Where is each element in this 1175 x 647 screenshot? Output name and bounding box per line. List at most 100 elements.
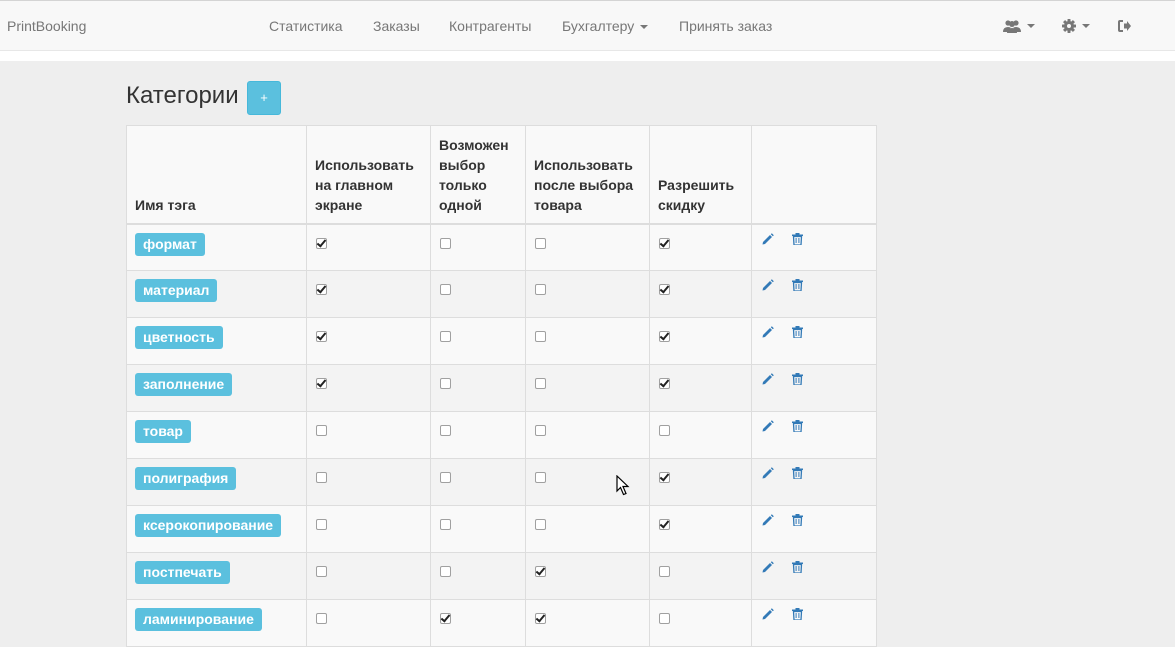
checkbox-main-screen[interactable] <box>316 237 327 249</box>
nav-statistics[interactable]: Статистика <box>269 18 343 34</box>
nav-accounting-dropdown[interactable]: Бухгалтеру <box>562 18 649 34</box>
tag-name-cell: товар <box>126 411 307 459</box>
checkbox-allow-discount[interactable] <box>659 613 670 624</box>
checkbox-single-choice[interactable] <box>440 425 451 436</box>
checkbox-allow-discount[interactable] <box>659 378 670 389</box>
checkbox-single-choice[interactable] <box>440 519 451 530</box>
checkbox-allow-discount[interactable] <box>659 472 670 483</box>
tag-name-cell: ксерокопирование <box>126 505 307 553</box>
checkbox-main-screen[interactable] <box>316 425 327 436</box>
brand-link[interactable]: PrintBooking <box>7 18 86 34</box>
column-header-main-screen: Использовать на главном экране <box>306 125 431 225</box>
edit-button[interactable] <box>762 279 774 291</box>
checkbox-after-product[interactable] <box>535 425 546 436</box>
delete-button[interactable] <box>792 467 803 479</box>
checkbox-main-screen-cell <box>306 317 431 365</box>
checkbox-single-choice[interactable] <box>440 378 451 389</box>
delete-button[interactable] <box>792 514 803 526</box>
checkbox-main-screen[interactable] <box>316 613 327 624</box>
edit-button[interactable] <box>762 561 774 573</box>
nav-accept-order[interactable]: Принять заказ <box>679 18 772 34</box>
checkbox-single-choice[interactable] <box>440 613 451 624</box>
row-actions <box>752 553 876 573</box>
actions-cell <box>751 270 877 318</box>
trash-icon <box>792 467 803 479</box>
checkbox-after-product[interactable] <box>535 237 546 249</box>
checkbox-main-screen[interactable] <box>316 284 327 295</box>
checkbox-main-screen-cell <box>306 599 431 647</box>
checkbox-after-product[interactable] <box>535 378 546 389</box>
tag-label[interactable]: цветность <box>135 326 223 349</box>
checkbox-main-screen-cell <box>306 364 431 412</box>
checkbox-after-product[interactable] <box>535 331 546 342</box>
column-header-tag-name: Имя тэга <box>126 125 307 225</box>
logout-button[interactable] <box>1118 15 1131 37</box>
checkbox-allow-discount[interactable] <box>659 425 670 436</box>
checkbox-single-choice[interactable] <box>440 237 451 249</box>
tag-label[interactable]: полиграфия <box>135 467 237 490</box>
edit-button[interactable] <box>762 608 774 620</box>
actions-cell <box>751 458 877 506</box>
checkbox-single-choice-cell <box>430 364 526 412</box>
delete-button[interactable] <box>792 232 803 245</box>
settings-menu-dropdown[interactable] <box>1062 15 1090 37</box>
pencil-icon <box>762 373 774 385</box>
row-actions <box>752 412 876 432</box>
checkbox-allow-discount[interactable] <box>659 237 670 249</box>
tag-label[interactable]: материал <box>135 279 218 302</box>
checkbox-after-product[interactable] <box>535 566 546 577</box>
edit-button[interactable] <box>762 232 774 245</box>
tag-name-cell: ламинирование <box>126 599 307 647</box>
edit-button[interactable] <box>762 467 774 479</box>
delete-button[interactable] <box>792 420 803 432</box>
delete-button[interactable] <box>792 373 803 385</box>
add-category-button[interactable]: + <box>247 81 281 115</box>
column-header-allow-discount: Разрешить скидку <box>649 125 752 225</box>
checkbox-allow-discount[interactable] <box>659 519 670 530</box>
edit-button[interactable] <box>762 326 774 338</box>
delete-button[interactable] <box>792 561 803 573</box>
edit-button[interactable] <box>762 373 774 385</box>
tag-label[interactable]: ксерокопирование <box>135 514 282 537</box>
checkbox-single-choice[interactable] <box>440 284 451 295</box>
checkbox-allow-discount[interactable] <box>659 284 670 295</box>
checkbox-after-product[interactable] <box>535 472 546 483</box>
checkbox-allow-discount[interactable] <box>659 331 670 342</box>
checkbox-single-choice[interactable] <box>440 566 451 577</box>
checkbox-after-product[interactable] <box>535 284 546 295</box>
checkbox-main-screen[interactable] <box>316 519 327 530</box>
checkbox-after-product[interactable] <box>535 519 546 530</box>
delete-button[interactable] <box>792 608 803 620</box>
tag-label[interactable]: ламинирование <box>135 608 262 631</box>
edit-button[interactable] <box>762 420 774 432</box>
table-header-row: Имя тэга Использовать на главном экране … <box>126 125 877 225</box>
checkbox-single-choice[interactable] <box>440 331 451 342</box>
trash-icon <box>792 608 803 620</box>
pencil-icon <box>762 467 774 479</box>
tag-label[interactable]: товар <box>135 420 191 443</box>
nav-orders[interactable]: Заказы <box>373 18 420 34</box>
delete-button[interactable] <box>792 279 803 291</box>
tag-label[interactable]: заполнение <box>135 373 233 396</box>
edit-button[interactable] <box>762 514 774 526</box>
tag-label[interactable]: формат <box>135 232 205 256</box>
chevron-down-icon <box>1027 24 1035 28</box>
checkbox-after-product[interactable] <box>535 613 546 624</box>
top-navbar: PrintBooking Статистика Заказы Контраген… <box>0 0 1175 51</box>
users-menu-dropdown[interactable] <box>1003 15 1035 37</box>
checkbox-main-screen[interactable] <box>316 472 327 483</box>
delete-button[interactable] <box>792 326 803 338</box>
checkbox-main-screen[interactable] <box>316 331 327 342</box>
checkbox-main-screen[interactable] <box>316 378 327 389</box>
tag-name-cell: цветность <box>126 317 307 365</box>
nav-contractors[interactable]: Контрагенты <box>449 18 531 34</box>
checkbox-after-product-cell <box>525 599 650 647</box>
checkbox-allow-discount[interactable] <box>659 566 670 577</box>
tag-label[interactable]: постпечать <box>135 561 230 584</box>
categories-table: Имя тэга Использовать на главном экране … <box>126 125 877 647</box>
table-row: материал <box>126 270 877 318</box>
row-actions <box>752 365 876 385</box>
checkbox-main-screen[interactable] <box>316 566 327 577</box>
checkbox-allow-discount-cell <box>649 505 752 553</box>
checkbox-single-choice[interactable] <box>440 472 451 483</box>
